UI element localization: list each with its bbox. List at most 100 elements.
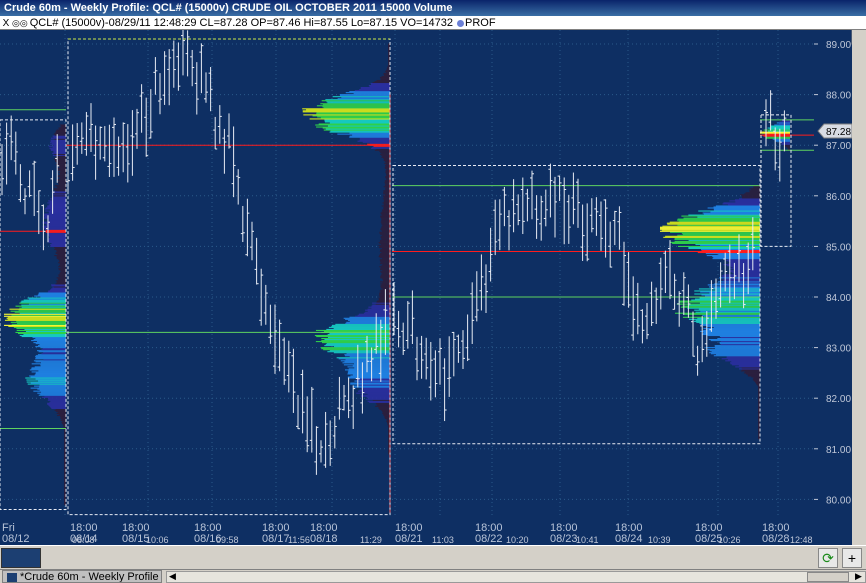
- profile-week-0821-row: [727, 259, 760, 261]
- profile-week-0812-row: [43, 217, 66, 219]
- profile-week-0821-row: [702, 332, 760, 335]
- profile-week-0821-row: [723, 274, 760, 276]
- profile-week-0821-row: [726, 357, 760, 359]
- profile-week-0814-row: [340, 360, 390, 362]
- price-label: 82.00: [826, 394, 851, 405]
- profile-week-0814-row: [379, 242, 390, 244]
- profile-week-0812-row: [64, 497, 66, 499]
- profile-week-0814-row: [323, 107, 390, 109]
- horizontal-scrollbar[interactable]: ◀ ▶: [166, 571, 866, 583]
- time-axis-label: 11:29: [360, 535, 382, 545]
- profile-week-0821-row: [660, 230, 760, 232]
- study-label[interactable]: PROF: [465, 17, 496, 29]
- profile-week-0814-row: [338, 358, 390, 360]
- profile-week-0814-row: [380, 216, 390, 218]
- refresh-icon[interactable]: ⟳: [818, 548, 838, 568]
- profile-week-0814-row: [376, 301, 390, 303]
- profile-week-0821-row: [725, 360, 760, 362]
- tab-label: *Crude 60m - Weekly Profile: [20, 571, 159, 583]
- profile-week-0828-row: [787, 147, 790, 149]
- time-axis-label: 10:26: [718, 535, 741, 545]
- profile-week-0821-row: [751, 189, 760, 191]
- profile-week-0821-row: [729, 268, 760, 270]
- price-label: 89.00: [826, 40, 851, 51]
- profile-week-0812-row: [17, 322, 66, 324]
- tab-crude-60m[interactable]: *Crude 60m - Weekly Profile: [2, 570, 162, 583]
- profile-week-0814-row: [381, 211, 390, 213]
- profile-week-0814-row: [380, 215, 390, 217]
- profile-week-0812-row: [47, 399, 66, 401]
- profile-week-0812-row: [20, 301, 66, 303]
- profile-week-0812-row: [30, 376, 67, 378]
- scroll-right-icon[interactable]: ▶: [855, 571, 862, 582]
- scroll-left-icon[interactable]: ◀: [169, 571, 176, 582]
- profile-week-0814-row: [382, 410, 390, 412]
- profile-week-0814-row: [380, 285, 390, 287]
- profile-week-0814-row: [380, 277, 390, 279]
- profile-week-0812-row: [54, 134, 66, 136]
- profile-week-0821-row: [705, 252, 760, 255]
- profile-week-0812-row: [38, 345, 66, 347]
- profile-week-0812-row: [46, 224, 66, 226]
- profile-week-0812-row: [7, 318, 66, 320]
- profile-week-0812-row: [26, 381, 66, 383]
- profile-week-0828-row: [787, 148, 790, 150]
- profile-week-0812-row: [48, 211, 66, 213]
- time-mark-date: 08/18: [310, 533, 338, 545]
- profile-week-0812-row: [16, 327, 66, 329]
- close-icon[interactable]: X: [0, 17, 12, 29]
- profile-week-0814-row: [381, 272, 390, 274]
- profile-week-0812-row: [6, 317, 67, 319]
- profile-week-0812-row: [56, 412, 66, 414]
- profile-week-0821-row: [670, 231, 760, 233]
- profile-week-0814-row: [324, 339, 390, 341]
- profile-week-0812-row: [19, 312, 66, 314]
- profile-week-0821-row: [682, 305, 760, 307]
- profile-week-0814-row: [383, 280, 390, 282]
- profile-week-0812-row: [10, 310, 66, 312]
- time-mark-date: 08/22: [475, 533, 503, 545]
- profile-week-0821-row: [694, 298, 760, 300]
- profile-week-0821-row: [732, 364, 760, 366]
- link-icon[interactable]: ◎◎: [12, 16, 28, 29]
- profile-week-0814-row: [379, 76, 390, 78]
- vertical-scrollbar[interactable]: [852, 30, 866, 545]
- profile-week-0821-row: [721, 275, 760, 277]
- profile-week-0812-row: [58, 275, 66, 277]
- profile-week-0812-row: [58, 276, 66, 278]
- profile-week-0821-row: [734, 269, 760, 271]
- profile-week-0812-row: [38, 394, 66, 396]
- profile-week-0812-row: [51, 288, 66, 290]
- chart-navigator[interactable]: [1, 548, 41, 568]
- price-chart[interactable]: 89.00 88.00 87.00 86.00 85.00 84.00 83.00 82.00…: [0, 30, 866, 545]
- profile-week-0812-row: [47, 402, 66, 404]
- profile-week-0821-row: [758, 432, 760, 434]
- add-button[interactable]: +: [842, 548, 862, 568]
- profile-week-0814-row: [380, 271, 390, 273]
- profile-week-0828-row: [784, 145, 790, 147]
- profile-week-0814-row: [386, 179, 390, 181]
- profile-week-0814-row: [316, 105, 390, 107]
- profile-week-0812-row: [58, 268, 66, 270]
- profile-week-0812-row: [53, 133, 66, 135]
- profile-week-0814-row: [333, 346, 390, 348]
- profile-week-0812-row: [52, 146, 66, 148]
- profile-week-0814-row: [367, 400, 390, 402]
- profile-week-0812-row: [52, 199, 66, 201]
- profile-week-0814-row: [376, 404, 390, 406]
- profile-week-0812-row: [19, 307, 66, 309]
- profile-week-0814-row: [306, 109, 390, 111]
- profile-week-0812-row: [48, 238, 66, 240]
- profile-week-0812-row: [64, 501, 66, 504]
- profile-week-0812-row: [27, 383, 66, 385]
- profile-week-0812-row: [38, 293, 66, 295]
- price-label: 86.00: [826, 192, 851, 203]
- profile-week-0814-row: [363, 388, 390, 390]
- scroll-thumb[interactable]: [807, 572, 849, 582]
- profile-week-0821-row: [701, 333, 760, 336]
- profile-week-0814-row: [385, 177, 390, 179]
- profile-week-0812-row: [4, 319, 67, 321]
- symbol-quote-text: QCL# (15000v)-08/29/11 12:48:29 CL=87.28…: [29, 17, 454, 29]
- profile-week-0812-row: [55, 247, 66, 250]
- profile-week-0821-row: [678, 300, 760, 302]
